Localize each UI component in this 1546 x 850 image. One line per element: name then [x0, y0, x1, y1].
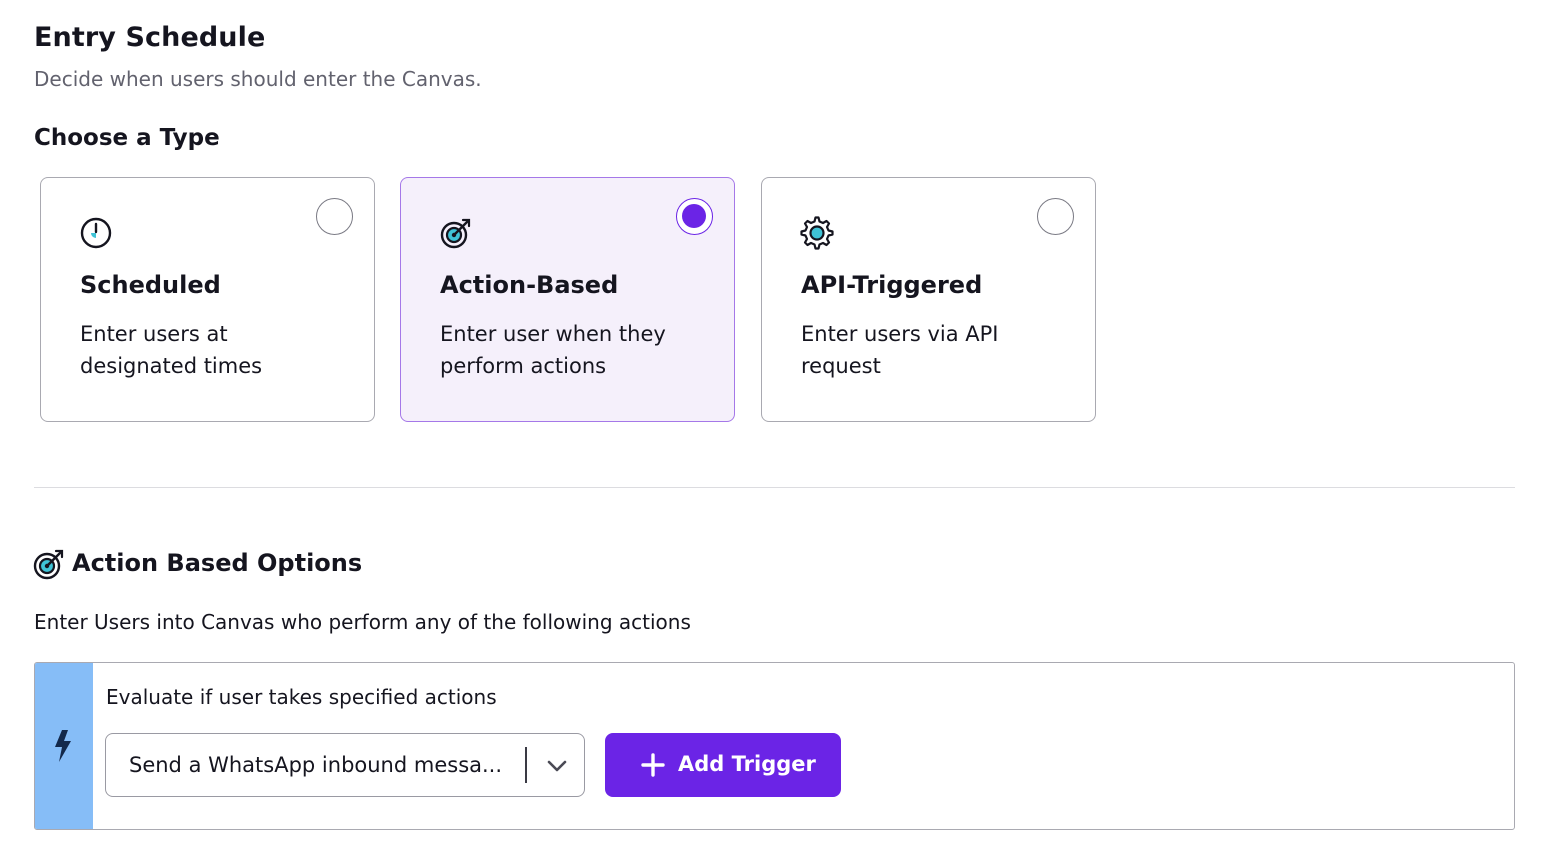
evaluate-label: Evaluate if user takes specified actions — [106, 685, 497, 709]
chevron-down-icon[interactable] — [546, 756, 568, 776]
add-trigger-button[interactable]: Add Trigger — [605, 733, 841, 797]
lightning-bolt-icon — [52, 729, 74, 763]
scheduled-radio[interactable] — [316, 198, 353, 235]
action-select[interactable]: Send a WhatsApp inbound messa... — [105, 733, 585, 797]
add-trigger-label: Add Trigger — [678, 752, 816, 776]
card-title: API-Triggered — [801, 271, 983, 299]
select-separator — [525, 747, 527, 783]
api-triggered-radio[interactable] — [1037, 198, 1074, 235]
card-title: Action-Based — [440, 271, 619, 299]
action-options-description: Enter Users into Canvas who perform any … — [34, 610, 691, 634]
page-title: Entry Schedule — [34, 22, 266, 53]
action-based-radio[interactable] — [676, 198, 713, 235]
clock-icon — [79, 216, 113, 250]
card-title: Scheduled — [80, 271, 221, 299]
trigger-strip — [35, 663, 93, 829]
card-description: Enter users at designated times — [80, 322, 263, 378]
action-options-heading: Action Based Options — [72, 549, 363, 577]
action-select-value: Send a WhatsApp inbound messa... — [129, 753, 503, 777]
card-description: Enter user when they perform actions — [440, 322, 666, 378]
type-card-action-based[interactable]: Action-Based Enter user when they perfor… — [400, 177, 735, 422]
card-description: Enter users via API request — [801, 322, 999, 378]
trigger-panel: Evaluate if user takes specified actions… — [34, 662, 1515, 830]
page-subtitle: Decide when users should enter the Canva… — [34, 67, 482, 91]
plus-icon — [641, 753, 665, 777]
type-card-api-triggered[interactable]: API-Triggered Enter users via API reques… — [761, 177, 1096, 422]
target-icon — [32, 547, 66, 581]
target-icon — [439, 216, 473, 250]
gear-icon — [800, 216, 834, 250]
type-card-scheduled[interactable]: Scheduled Enter users at designated time… — [40, 177, 375, 422]
choose-type-heading: Choose a Type — [34, 125, 220, 151]
section-divider — [34, 487, 1515, 488]
